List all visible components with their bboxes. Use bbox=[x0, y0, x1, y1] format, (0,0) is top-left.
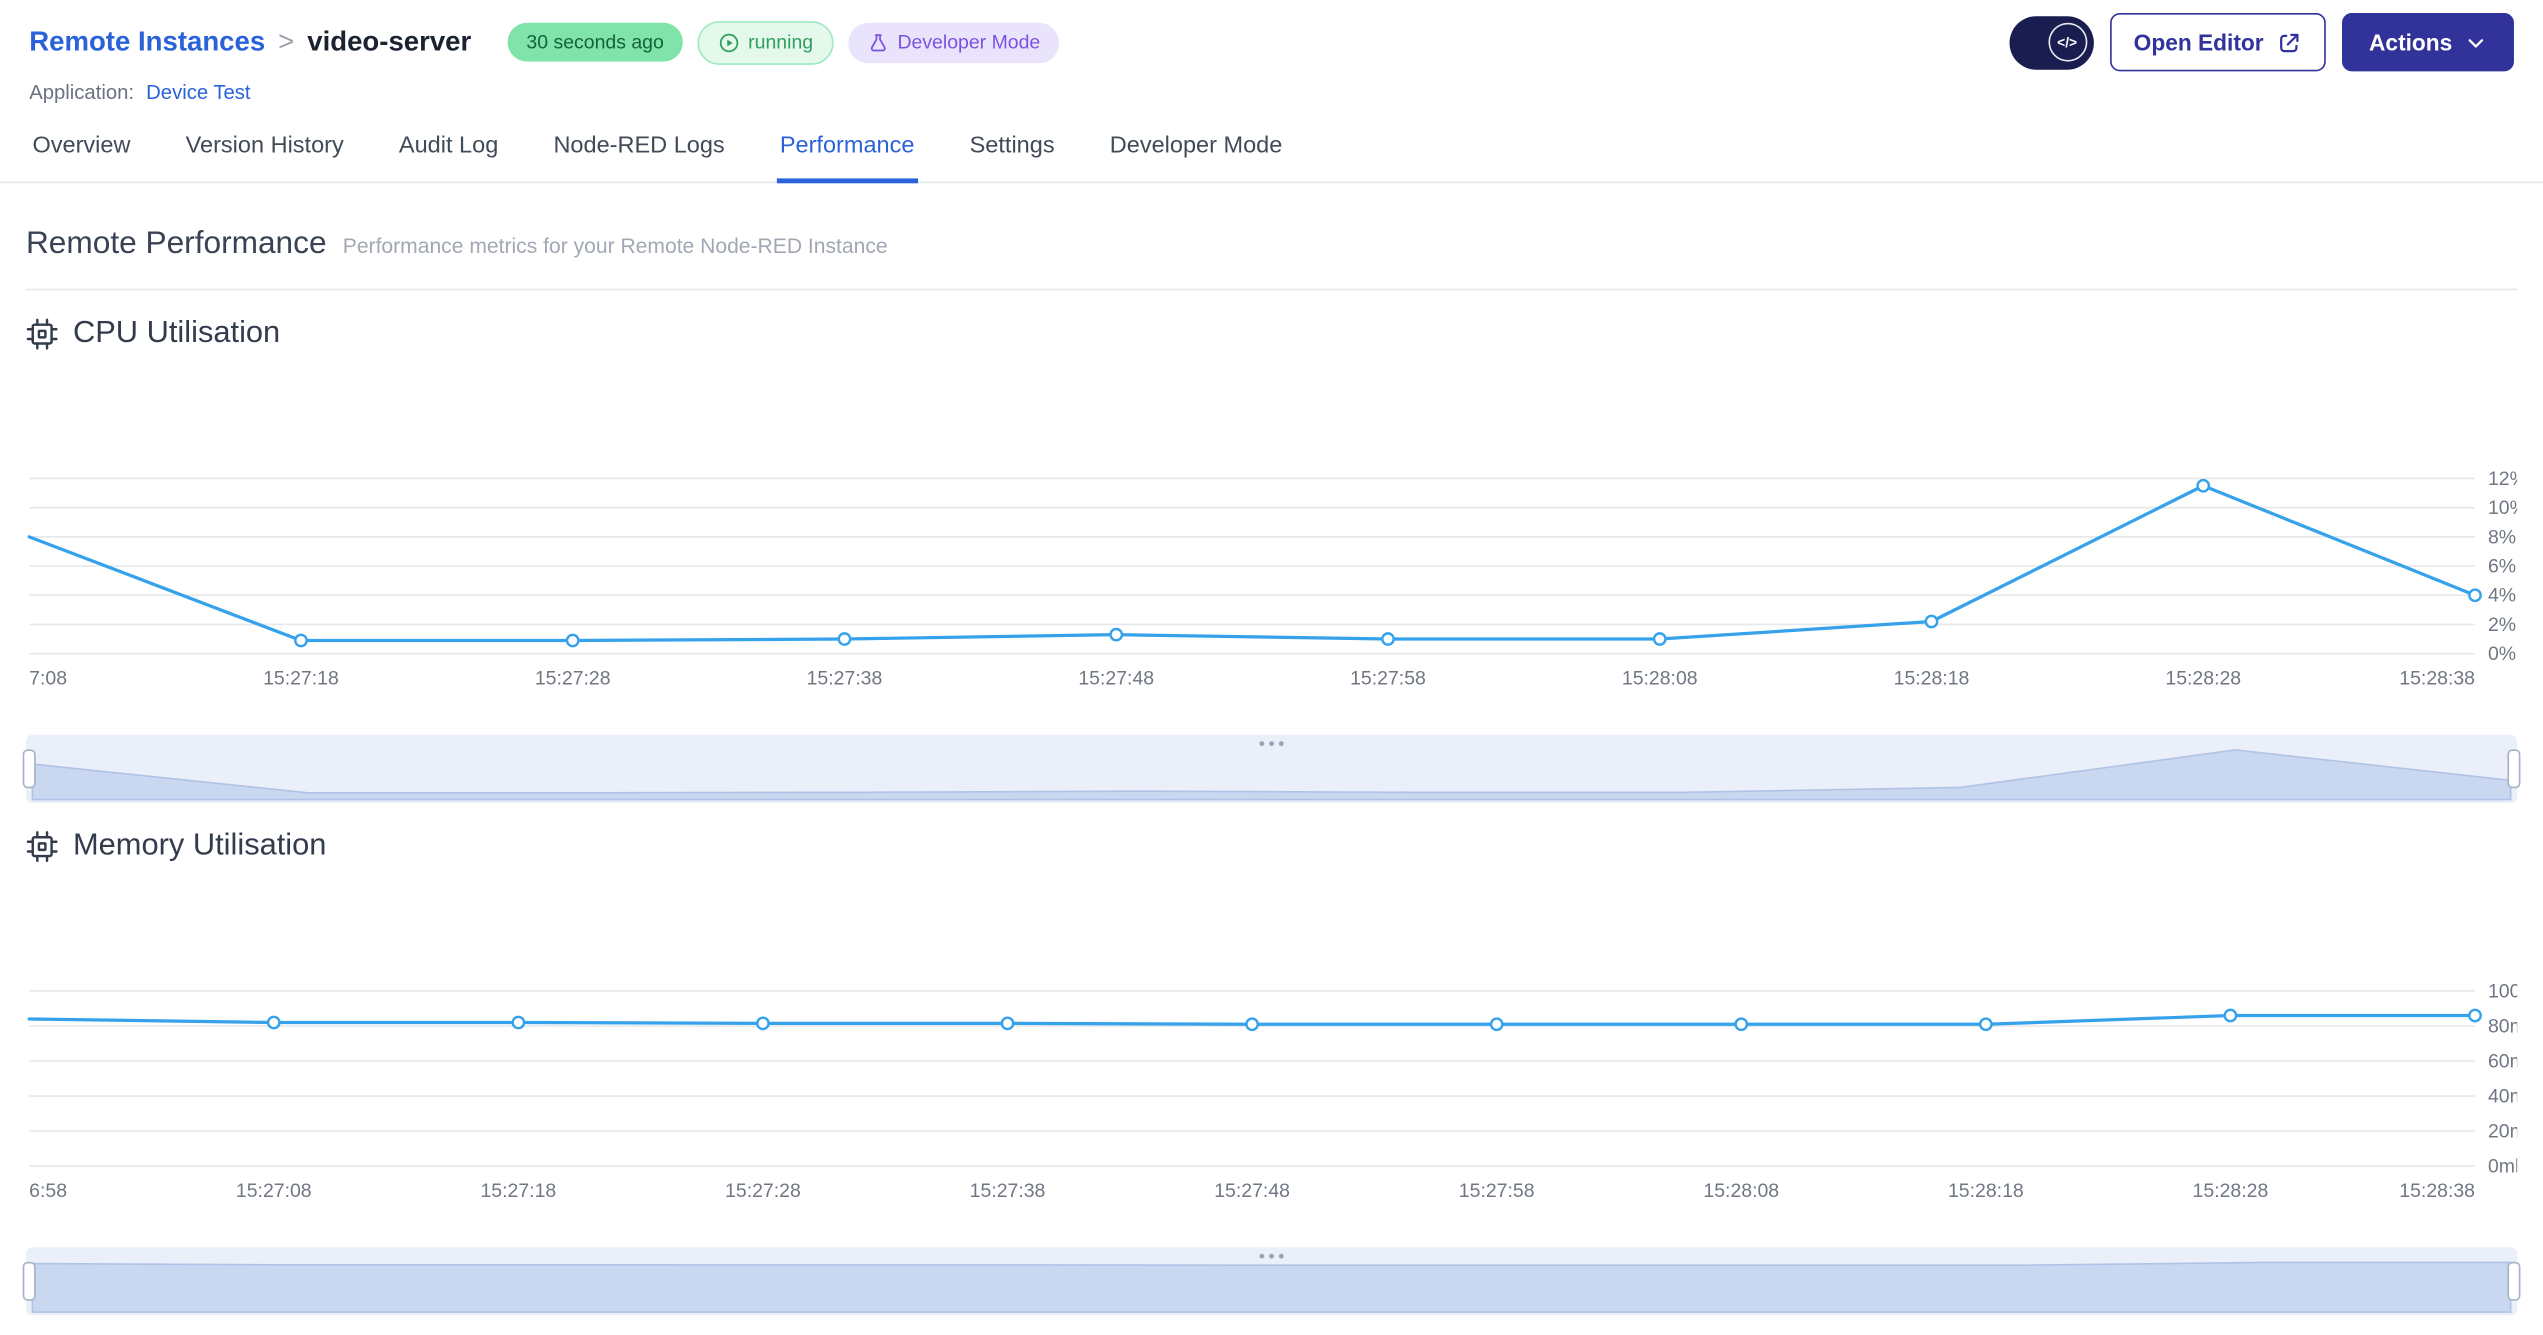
status-badge-label: running bbox=[748, 30, 814, 54]
svg-text:15:27:18: 15:27:18 bbox=[263, 667, 339, 689]
cpu-chip-icon bbox=[26, 318, 58, 350]
divider bbox=[25, 288, 2518, 291]
chevron-down-icon bbox=[2468, 38, 2484, 47]
svg-text:15:27:38: 15:27:38 bbox=[807, 667, 883, 689]
breadcrumb-remote-instances[interactable]: Remote Instances bbox=[29, 26, 265, 58]
svg-text:8%: 8% bbox=[2488, 526, 2516, 548]
memory-chip-icon bbox=[26, 831, 58, 863]
developer-mode-badge-label: Developer Mode bbox=[897, 30, 1041, 54]
svg-text:100mb: 100mb bbox=[2488, 980, 2517, 1002]
svg-text:15:28:38: 15:28:38 bbox=[2399, 667, 2475, 689]
breadcrumb-current-instance: video-server bbox=[307, 25, 472, 57]
cpu-chart: 0% 2% 4% 6% 8% 10% 12% 7:08 15:27:18 15:27:28 15:2… bbox=[27, 468, 2517, 689]
page-header: Remote Performance Performance metrics f… bbox=[26, 225, 2517, 262]
svg-text:6%: 6% bbox=[2488, 556, 2516, 578]
svg-text:0%: 0% bbox=[2488, 643, 2516, 665]
tab-node-red-logs[interactable]: Node-RED Logs bbox=[550, 120, 728, 183]
open-editor-button[interactable]: Open Editor bbox=[2109, 12, 2326, 72]
open-editor-label: Open Editor bbox=[2133, 29, 2264, 56]
svg-text:60mb: 60mb bbox=[2488, 1051, 2517, 1073]
instance-performance-page: Remote Instances > video-server 30 secon… bbox=[0, 0, 2543, 1335]
memory-brush-grip[interactable] bbox=[1259, 1253, 1284, 1259]
tab-settings[interactable]: Settings bbox=[966, 120, 1057, 183]
status-badge: running bbox=[697, 20, 835, 65]
svg-text:20mb: 20mb bbox=[2488, 1121, 2517, 1143]
breadcrumb-separator: > bbox=[278, 25, 295, 57]
svg-text:15:28:38: 15:28:38 bbox=[2399, 1180, 2475, 1202]
memory-brush[interactable] bbox=[22, 1247, 2521, 1316]
actions-label: Actions bbox=[2369, 29, 2453, 56]
code-icon: </> bbox=[2047, 22, 2087, 62]
svg-text:12%: 12% bbox=[2488, 468, 2517, 490]
tab-version-history[interactable]: Version History bbox=[182, 120, 347, 183]
svg-text:0mb: 0mb bbox=[2488, 1156, 2517, 1178]
svg-text:15:27:48: 15:27:48 bbox=[1078, 667, 1154, 689]
svg-text:15:27:58: 15:27:58 bbox=[1459, 1180, 1535, 1202]
svg-text:15:28:18: 15:28:18 bbox=[1948, 1180, 2024, 1202]
svg-text:4%: 4% bbox=[2488, 585, 2516, 607]
cpu-brush-handle-right[interactable] bbox=[2507, 749, 2521, 789]
svg-text:15:27:48: 15:27:48 bbox=[1214, 1180, 1290, 1202]
svg-text:2%: 2% bbox=[2488, 614, 2516, 636]
beaker-icon bbox=[871, 33, 887, 51]
actions-button[interactable]: Actions bbox=[2341, 12, 2514, 72]
tab-bar: Overview Version History Audit Log Node-… bbox=[0, 120, 2543, 184]
application-label: Application: bbox=[29, 81, 135, 104]
page-title: Remote Performance bbox=[25, 225, 327, 262]
tab-overview[interactable]: Overview bbox=[29, 120, 134, 183]
svg-text:15:28:28: 15:28:28 bbox=[2165, 667, 2241, 689]
cpu-brush-grip[interactable] bbox=[1259, 741, 1284, 747]
cpu-section: CPU Utilisation 0% 2% 4% 6% 8% 10% 12% 7:08 15:2… bbox=[22, 316, 2521, 803]
cpu-section-title: CPU Utilisation bbox=[26, 316, 2517, 352]
cpu-brush-handle-left[interactable] bbox=[22, 749, 36, 789]
svg-text:15:28:08: 15:28:08 bbox=[1703, 1180, 1779, 1202]
developer-mode-toggle[interactable]: </> bbox=[2008, 15, 2094, 69]
status-badges: 30 seconds ago running Developer Mode bbox=[506, 20, 1060, 65]
tab-developer-mode[interactable]: Developer Mode bbox=[1107, 120, 1286, 183]
header-actions: </> Open Editor Actions bbox=[2008, 12, 2514, 72]
header-row: Remote Instances > video-server 30 secon… bbox=[0, 0, 2543, 72]
application-row: Application: Device Test bbox=[0, 71, 2543, 104]
external-link-icon bbox=[2279, 32, 2298, 52]
svg-text:15:28:18: 15:28:18 bbox=[1894, 667, 1970, 689]
svg-text:6:58: 6:58 bbox=[29, 1180, 67, 1202]
svg-text:15:28:28: 15:28:28 bbox=[2193, 1180, 2269, 1202]
page-subtitle: Performance metrics for your Remote Node… bbox=[342, 233, 888, 258]
main-content: Remote Performance Performance metrics f… bbox=[0, 225, 2543, 1316]
svg-text:40mb: 40mb bbox=[2488, 1086, 2517, 1108]
memory-section: Memory Utilisation 0mb 20mb 40mb 60mb 80mb 10… bbox=[22, 829, 2521, 1316]
svg-text:10%: 10% bbox=[2488, 497, 2517, 519]
application-link[interactable]: Device Test bbox=[146, 81, 250, 104]
last-seen-badge: 30 seconds ago bbox=[506, 22, 684, 62]
cpu-brush[interactable] bbox=[22, 734, 2521, 803]
memory-section-heading: Memory Utilisation bbox=[72, 828, 327, 863]
memory-chart: 0mb 20mb 40mb 60mb 80mb 100mb 6:58 15:27:08 15:2… bbox=[27, 980, 2517, 1202]
svg-text:80mb: 80mb bbox=[2488, 1016, 2517, 1038]
header: Remote Instances > video-server 30 secon… bbox=[0, 0, 2543, 104]
svg-text:15:27:28: 15:27:28 bbox=[725, 1180, 801, 1202]
memory-brush-handle-right[interactable] bbox=[2507, 1261, 2521, 1301]
svg-text:15:27:38: 15:27:38 bbox=[970, 1180, 1046, 1202]
memory-brush-handle-left[interactable] bbox=[22, 1261, 36, 1301]
svg-text:15:27:18: 15:27:18 bbox=[480, 1180, 556, 1202]
play-circle-icon bbox=[720, 32, 739, 52]
tab-performance[interactable]: Performance bbox=[776, 120, 918, 184]
cpu-section-heading: CPU Utilisation bbox=[72, 316, 281, 351]
svg-text:15:27:58: 15:27:58 bbox=[1350, 667, 1426, 689]
tab-audit-log[interactable]: Audit Log bbox=[396, 120, 502, 183]
svg-text:7:08: 7:08 bbox=[29, 667, 67, 689]
breadcrumb: Remote Instances > video-server bbox=[29, 26, 471, 58]
svg-text:15:27:28: 15:27:28 bbox=[535, 667, 611, 689]
memory-section-title: Memory Utilisation bbox=[26, 829, 2517, 865]
svg-text:15:28:08: 15:28:08 bbox=[1622, 667, 1698, 689]
developer-mode-badge: Developer Mode bbox=[848, 21, 1060, 63]
svg-text:15:27:08: 15:27:08 bbox=[236, 1180, 312, 1202]
